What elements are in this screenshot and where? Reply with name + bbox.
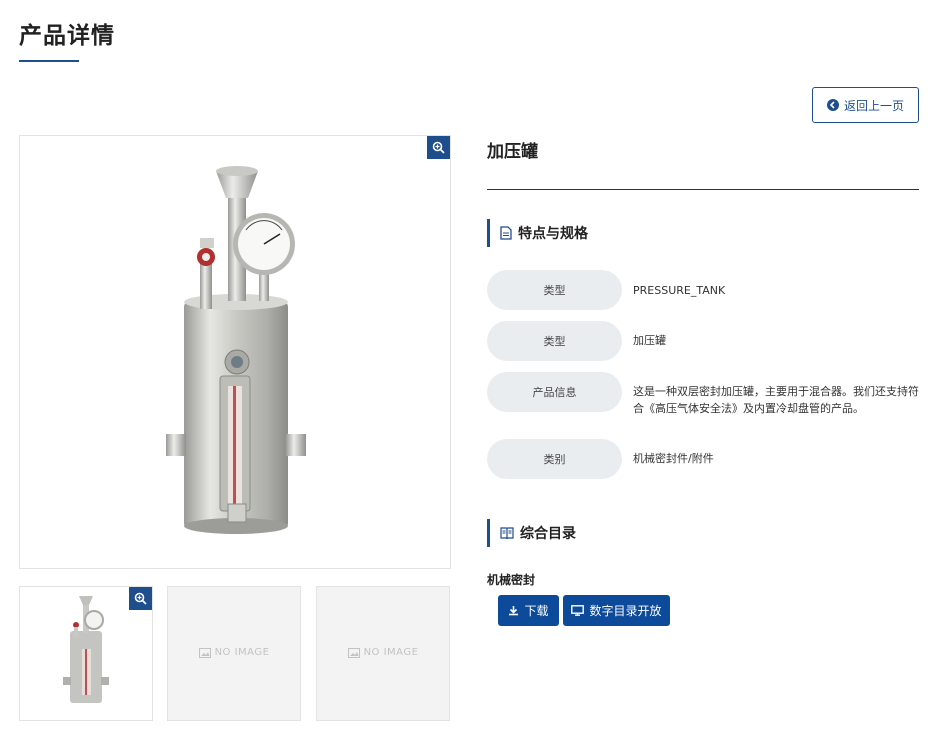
document-icon <box>500 226 512 240</box>
page-title: 产品详情 <box>19 23 115 49</box>
zoom-in-icon[interactable] <box>129 587 152 610</box>
download-icon <box>509 606 519 616</box>
divider <box>487 189 919 190</box>
download-button-label: 下载 <box>524 604 549 618</box>
spec-label: 类型 <box>487 270 622 310</box>
spec-value: PRESSURE_TANK <box>633 284 726 297</box>
thumbnail-3[interactable]: NO IMAGE <box>316 586 450 721</box>
back-button-label: 返回上一页 <box>843 98 904 113</box>
image-icon <box>347 647 360 658</box>
no-image-placeholder: NO IMAGE <box>168 647 300 658</box>
title-underline <box>19 60 79 62</box>
spec-label: 产品信息 <box>487 372 622 412</box>
spec-value: 这是一种双层密封加压罐，主要用于混合器。我们还支持符合《高压气体安全法》及内置冷… <box>633 385 919 415</box>
download-button[interactable]: 下载 <box>498 595 559 626</box>
no-image-label: NO IMAGE <box>363 647 419 658</box>
spec-label: 类型 <box>487 321 622 361</box>
spec-section-title: 特点与规格 <box>518 226 588 242</box>
catalog-section-heading: 综合目录 <box>487 519 576 547</box>
spec-label: 类别 <box>487 439 622 479</box>
digital-catalog-button-label: 数字目录开放 <box>589 604 662 618</box>
spec-value: 机械密封件/附件 <box>633 452 714 465</box>
book-icon <box>500 526 514 539</box>
spec-section-heading: 特点与规格 <box>487 219 588 247</box>
no-image-label: NO IMAGE <box>214 647 270 658</box>
thumbnail-2[interactable]: NO IMAGE <box>167 586 301 721</box>
pressure-tank-illustration <box>166 166 306 534</box>
product-name: 加压罐 <box>487 142 538 162</box>
monitor-icon <box>571 605 585 616</box>
arrow-left-circle-icon <box>826 99 839 111</box>
back-button[interactable]: 返回上一页 <box>812 87 919 123</box>
spec-value: 加压罐 <box>633 334 666 347</box>
digital-catalog-button[interactable]: 数字目录开放 <box>563 595 670 626</box>
main-product-image[interactable] <box>19 135 451 569</box>
thumbnail-1[interactable] <box>19 586 153 721</box>
zoom-in-icon[interactable] <box>427 136 450 159</box>
no-image-placeholder: NO IMAGE <box>317 647 449 658</box>
catalog-section-title: 综合目录 <box>520 526 576 542</box>
catalog-category: 机械密封 <box>487 573 536 587</box>
image-icon <box>198 647 211 658</box>
